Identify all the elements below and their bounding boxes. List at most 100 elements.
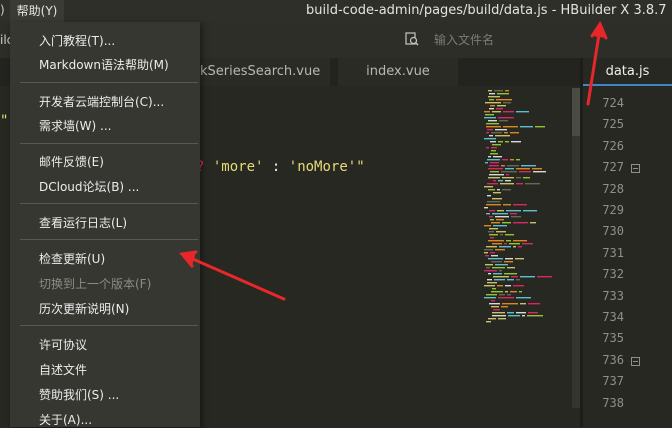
minimap-line xyxy=(490,219,494,221)
menu-item-sponsor[interactable]: 赞助我们(S) ... xyxy=(39,386,119,403)
minimap-line xyxy=(497,285,503,287)
minimap-line xyxy=(486,294,497,296)
minimap-line xyxy=(500,183,514,185)
minimap-line xyxy=(505,285,511,287)
minimap-line xyxy=(485,162,488,164)
minimap-line xyxy=(490,237,494,239)
minimap-line xyxy=(485,264,493,266)
minimap-line xyxy=(516,312,526,314)
tab-index-vue[interactable]: index.vue xyxy=(338,58,458,86)
menu-item-license[interactable]: 许可协议 xyxy=(39,336,87,353)
minimap-line xyxy=(486,132,489,134)
file-search-icon[interactable] xyxy=(405,32,419,46)
menu-separator xyxy=(20,143,198,144)
code-minimap[interactable] xyxy=(478,88,568,328)
menu-item-release-notes[interactable]: 历次更新说明(N) xyxy=(39,300,129,317)
minimap-line xyxy=(507,267,515,269)
line-number: 733 xyxy=(602,288,624,303)
minimap-line xyxy=(515,258,524,260)
menu-item-dev-console[interactable]: 开发者云端控制台(C)... xyxy=(39,93,164,110)
minimap-line xyxy=(501,171,517,173)
fold-toggle-icon[interactable] xyxy=(631,356,640,366)
menu-item-check-update[interactable]: 检查更新(U) xyxy=(39,250,105,267)
minimap-line xyxy=(484,285,495,287)
minimap-line xyxy=(530,222,536,224)
minimap-line xyxy=(489,93,495,95)
minimap-line xyxy=(487,195,491,197)
minimap-line xyxy=(491,261,502,263)
minimap-line xyxy=(498,297,514,299)
minimap-line xyxy=(486,204,501,206)
menu-prev-partial[interactable]: ) xyxy=(0,3,5,17)
minimap-line xyxy=(510,213,517,215)
menu-item-about[interactable]: 关于(A)... xyxy=(39,411,92,428)
minimap-line xyxy=(488,258,503,260)
menu-item-readme[interactable]: 自述文件 xyxy=(39,361,87,378)
minimap-line xyxy=(500,234,503,236)
minimap-line xyxy=(528,303,540,305)
minimap-line xyxy=(513,204,527,206)
scrollbar-thumb[interactable] xyxy=(572,88,580,136)
minimap-line xyxy=(510,159,514,161)
minimap-line xyxy=(494,90,503,92)
minimap-line xyxy=(503,111,514,113)
minimap-line xyxy=(491,150,496,152)
menu-separator xyxy=(20,82,198,83)
menu-item-run-log[interactable]: 查看运行日志(L) xyxy=(39,214,127,231)
minimap-line xyxy=(497,105,506,107)
minimap-line xyxy=(492,312,505,314)
vertical-scrollbar[interactable] xyxy=(572,88,580,408)
menu-item-dcloud-forum[interactable]: DCloud论坛(B) ... xyxy=(39,178,139,195)
minimap-line xyxy=(499,120,508,122)
tab-kseriessearch[interactable]: kSeriesSearch.vue xyxy=(200,58,330,86)
minimap-line xyxy=(510,132,519,134)
minimap-line xyxy=(488,120,497,122)
code-line-fragment: " xyxy=(0,113,9,129)
file-search-input[interactable] xyxy=(434,31,664,49)
minimap-line xyxy=(496,231,506,233)
minimap-line xyxy=(523,210,537,212)
menu-item-tutorial[interactable]: 入门教程(T)... xyxy=(39,32,115,49)
line-number: 729 xyxy=(602,203,624,217)
menu-item-feature-wall[interactable]: 需求墙(W) ... xyxy=(39,117,112,134)
minimap-line xyxy=(516,168,530,170)
menu-item-markdown-help[interactable]: Markdown语法帮助(M) xyxy=(39,56,169,73)
minimap-line xyxy=(499,294,505,296)
minimap-line xyxy=(486,246,497,248)
minimap-line xyxy=(491,147,497,149)
minimap-line xyxy=(511,216,521,218)
minimap-line xyxy=(486,321,491,323)
minimap-line xyxy=(525,183,540,185)
minimap-line xyxy=(519,171,531,173)
minimap-line xyxy=(487,159,500,161)
line-number: 731 xyxy=(602,245,624,260)
minimap-line xyxy=(520,303,526,305)
fold-toggle-icon[interactable] xyxy=(631,164,640,174)
menu-item-email-feedback[interactable]: 邮件反馈(E) xyxy=(39,153,104,170)
minimap-line xyxy=(487,183,498,185)
minimap-line xyxy=(489,135,493,137)
minimap-line xyxy=(492,213,508,215)
minimap-line xyxy=(498,318,506,320)
minimap-line xyxy=(507,294,511,296)
minimap-line xyxy=(492,288,496,290)
minimap-line xyxy=(495,216,509,218)
minimap-line xyxy=(491,306,499,308)
tab-data-js[interactable]: data.js xyxy=(583,58,672,86)
minimap-line xyxy=(484,186,493,188)
minimap-line xyxy=(493,309,500,311)
minimap-line xyxy=(502,303,518,305)
minimap-line xyxy=(506,240,511,242)
minimap-line xyxy=(489,234,498,236)
minimap-line xyxy=(506,174,509,176)
minimap-line xyxy=(521,165,536,167)
minimap-line xyxy=(498,180,503,182)
line-number: 724 xyxy=(602,96,624,110)
minimap-line xyxy=(504,273,517,275)
line-number: 725 xyxy=(602,117,624,132)
minimap-line xyxy=(513,240,527,242)
line-number: 730 xyxy=(602,224,624,239)
minimap-line xyxy=(488,177,500,179)
minimap-line xyxy=(499,246,511,248)
menu-help[interactable]: 帮助(Y) xyxy=(10,0,64,22)
